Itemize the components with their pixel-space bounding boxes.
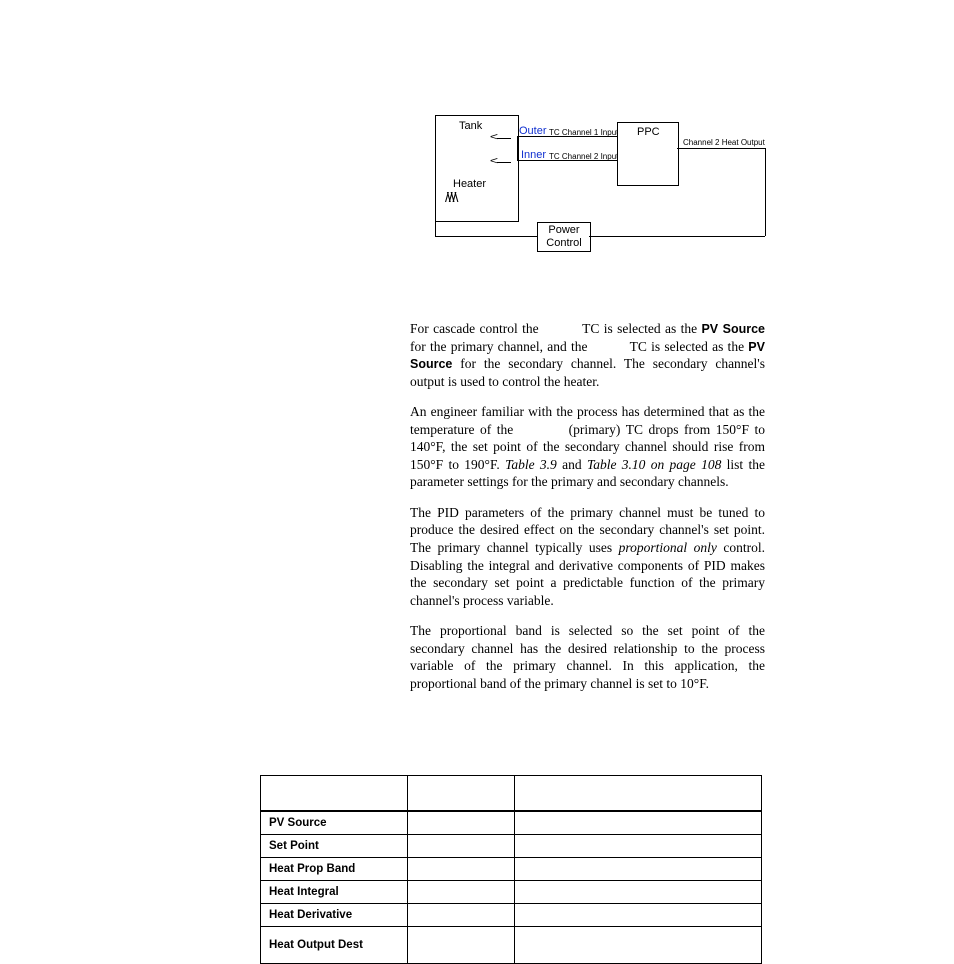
power-label: Power Control bbox=[538, 224, 590, 250]
table-row: PV Source bbox=[261, 811, 762, 835]
cascade-diagram: Tank Heater /\/\/\ Outer Inner TC Channe… bbox=[405, 100, 775, 270]
heatout-label: Channel 2 Heat Output bbox=[683, 138, 765, 147]
line bbox=[677, 148, 765, 149]
table-header-row bbox=[261, 776, 762, 812]
table-row: Heat Prop Band bbox=[261, 858, 762, 881]
power-box: Power Control bbox=[537, 222, 591, 252]
page: Tank Heater /\/\/\ Outer Inner TC Channe… bbox=[0, 0, 954, 954]
body-text: For cascade control the TC is selected a… bbox=[410, 320, 765, 705]
paragraph-1: For cascade control the TC is selected a… bbox=[410, 320, 765, 390]
table-row: Heat Derivative bbox=[261, 904, 762, 927]
tank-label: Tank bbox=[459, 120, 482, 132]
th-col3 bbox=[515, 776, 762, 812]
line bbox=[435, 220, 436, 236]
table-row: Set Point bbox=[261, 835, 762, 858]
heater-icon: /\/\/\ bbox=[445, 189, 456, 205]
line bbox=[517, 136, 518, 160]
line bbox=[497, 162, 511, 163]
th-col2 bbox=[408, 776, 515, 812]
line bbox=[517, 160, 617, 161]
table-row: Heat Output Dest bbox=[261, 927, 762, 964]
th-param bbox=[261, 776, 408, 812]
table-row: Heat Integral bbox=[261, 881, 762, 904]
paragraph-3: The PID parameters of the primary channe… bbox=[410, 504, 765, 609]
line bbox=[765, 148, 766, 236]
line bbox=[517, 136, 617, 137]
line bbox=[497, 138, 511, 139]
line bbox=[435, 236, 537, 237]
line bbox=[589, 236, 765, 237]
paragraph-2: An engineer familiar with the process ha… bbox=[410, 403, 765, 491]
paragraph-4: The proportional band is selected so the… bbox=[410, 622, 765, 692]
ppc-label: PPC bbox=[637, 126, 660, 138]
settings-table: PV Source Set Point Heat Prop Band Heat … bbox=[260, 775, 762, 964]
heater-label: Heater bbox=[453, 178, 486, 190]
